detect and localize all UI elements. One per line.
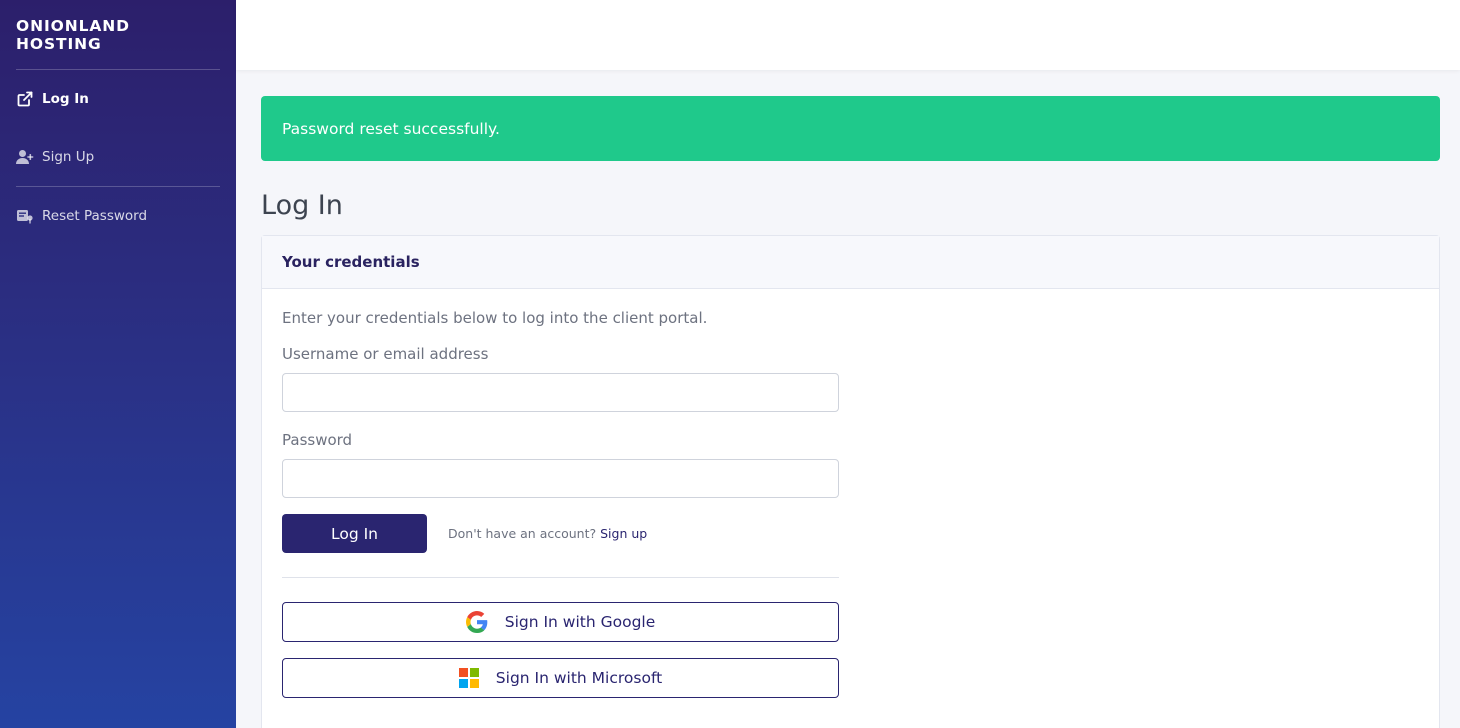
sidebar-item-sign-up[interactable]: Sign Up (0, 128, 236, 186)
microsoft-logo-icon (458, 668, 479, 688)
external-link-icon (16, 90, 34, 108)
signup-prompt: Don't have an account? Sign up (448, 526, 647, 541)
user-plus-icon (16, 148, 34, 166)
password-input[interactable] (282, 459, 839, 498)
password-label: Password (282, 431, 353, 449)
form-actions: Log In Don't have an account? Sign up (282, 514, 1419, 553)
card-body: Enter your credentials below to log into… (262, 289, 1439, 698)
divider (282, 577, 839, 578)
username-input[interactable] (282, 373, 839, 412)
google-sign-in-button[interactable]: Sign In with Google (282, 602, 839, 642)
sidebar-item-label: Reset Password (42, 208, 148, 224)
top-bar (236, 0, 1460, 70)
sign-up-link[interactable]: Sign up (600, 526, 647, 541)
username-label: Username or email address (282, 345, 489, 363)
credentials-card: Your credentials Enter your credentials … (261, 235, 1440, 728)
sidebar-item-label: Sign Up (42, 149, 95, 165)
card-header: Your credentials (262, 236, 1439, 289)
success-alert: Password reset successfully. (261, 96, 1440, 161)
alert-message: Password reset successfully. (282, 119, 500, 138)
brand-logo-text[interactable]: ONIONLAND HOSTING (16, 0, 220, 70)
intro-text: Enter your credentials below to log into… (282, 309, 708, 327)
key-reset-icon (16, 207, 34, 225)
microsoft-sign-in-button[interactable]: Sign In with Microsoft (282, 658, 839, 698)
signup-prompt-text: Don't have an account? (448, 526, 597, 541)
microsoft-button-label: Sign In with Microsoft (495, 669, 663, 687)
google-logo-icon (465, 611, 488, 633)
sidebar-item-label: Log In (42, 91, 89, 107)
sidebar: ONIONLAND HOSTING Log In Sign Up Reset P… (0, 0, 236, 728)
google-button-label: Sign In with Google (504, 613, 656, 631)
page-title: Log In (261, 190, 343, 221)
log-in-button[interactable]: Log In (282, 514, 427, 553)
main-content: Password reset successfully. Log In Your… (261, 96, 1440, 728)
sidebar-item-log-in[interactable]: Log In (0, 70, 236, 128)
sidebar-item-reset-password[interactable]: Reset Password (0, 187, 236, 245)
